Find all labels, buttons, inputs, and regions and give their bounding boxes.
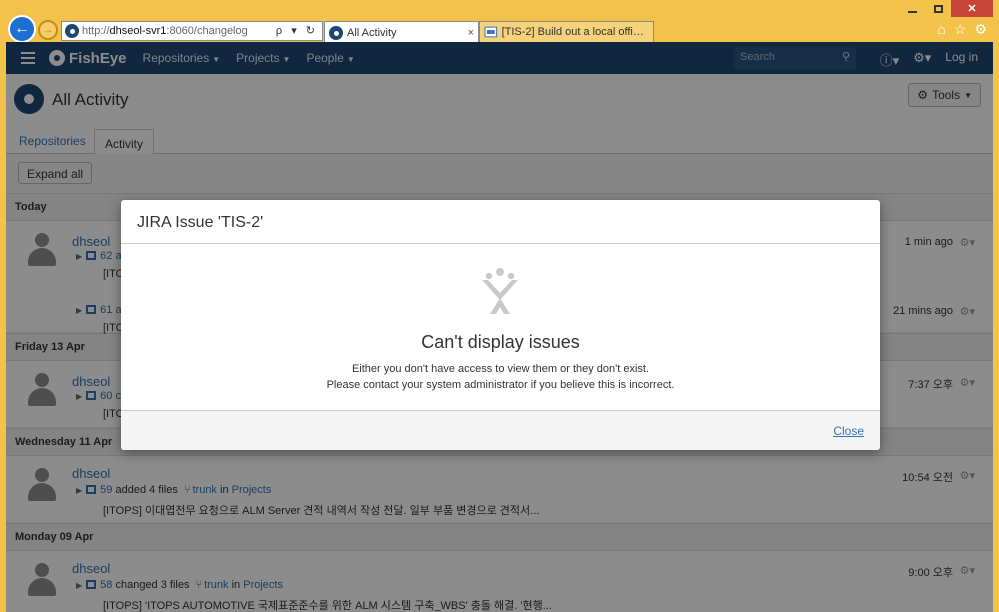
home-icon[interactable]: ⌂ xyxy=(937,21,945,38)
jira-issue-dialog: JIRA Issue 'TIS-2' Can't display issues … xyxy=(121,200,880,450)
arrow-right-icon: → xyxy=(42,24,54,36)
minimize-button[interactable] xyxy=(899,0,925,17)
tab-title: [TIS-2] Build out a local office... xyxy=(501,26,649,38)
url-host: dhseol-svr1 xyxy=(109,25,167,37)
browser-tab-all-activity[interactable]: All Activity × xyxy=(324,21,479,43)
maximize-icon xyxy=(933,4,943,13)
dialog-message-line1: Either you don't have access to view the… xyxy=(351,363,650,375)
close-button[interactable]: Close xyxy=(833,424,864,438)
address-tools-icons[interactable]: ρ ▾ ↻ xyxy=(276,24,318,37)
address-bar[interactable]: http://dhseol-svr1:8060/changelog ρ ▾ ↻ xyxy=(61,21,323,41)
fisheye-favicon-icon xyxy=(329,25,343,40)
back-button[interactable]: ← xyxy=(8,15,36,43)
browser-toolbar: ← → http://dhseol-svr1:8060/changelog ρ … xyxy=(0,15,999,43)
browser-tab-tis-2[interactable]: [TIS-2] Build out a local office... xyxy=(479,21,654,43)
tab-title: All Activity xyxy=(347,26,397,39)
minimize-icon xyxy=(907,10,917,13)
jira-logo-icon xyxy=(482,268,518,314)
dialog-footer: Close xyxy=(121,410,880,450)
close-window-button[interactable]: ✕ xyxy=(951,0,993,17)
close-icon: ✕ xyxy=(967,3,977,15)
url-scheme: http:// xyxy=(82,25,110,37)
dialog-heading: Can't display issues xyxy=(421,332,580,352)
url-path: :8060/changelog xyxy=(166,25,248,37)
star-icon[interactable]: ☆ xyxy=(954,21,967,38)
browser-window: ✕ ← → http://dhseol-svr1:8060/changelog … xyxy=(0,0,999,612)
dialog-body: Can't display issues Either you don't ha… xyxy=(121,244,880,410)
window-controls: ✕ xyxy=(899,0,993,17)
forward-button[interactable]: → xyxy=(38,20,58,40)
maximize-button[interactable] xyxy=(925,0,951,17)
dialog-title: JIRA Issue 'TIS-2' xyxy=(121,200,880,244)
gear-icon[interactable]: ⚙ xyxy=(974,21,987,38)
jira-favicon-icon xyxy=(484,26,498,38)
dialog-message-line2: Please contact your system administrator… xyxy=(326,379,675,391)
browser-right-icons: ⌂ ☆ ⚙ xyxy=(937,21,987,38)
arrow-left-icon: ← xyxy=(14,20,30,37)
tab-close-icon[interactable]: × xyxy=(468,27,474,39)
fisheye-favicon-icon xyxy=(65,24,79,38)
